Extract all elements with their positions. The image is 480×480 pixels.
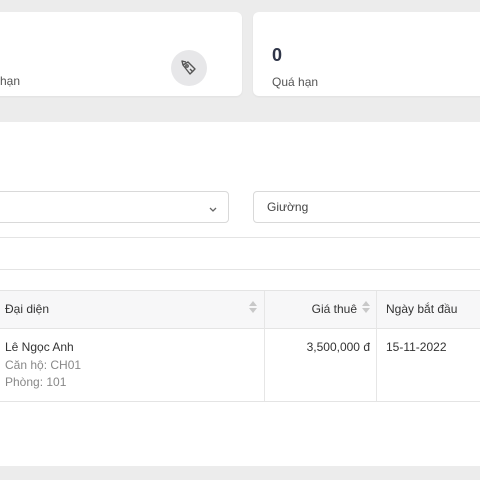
edit-pen-icon[interactable] (171, 50, 207, 86)
filter-select-left[interactable] (0, 191, 229, 223)
divider (0, 269, 480, 270)
stat-card-label: hạn (0, 74, 21, 88)
stat-card-left: hạn (0, 12, 242, 96)
contracts-panel: Giường Đại diện Giá thuê Ngày bắt đầu Lê… (0, 122, 480, 466)
table-row[interactable]: Lê Ngọc Anh Căn hộ: CH01 Phòng: 101 3,50… (0, 328, 480, 402)
column-header-representative[interactable]: Đại diện (5, 302, 49, 316)
row-name: Lê Ngọc Anh (5, 340, 74, 354)
row-start-date: 15-11-2022 (386, 340, 447, 354)
overdue-count: 0 (272, 45, 283, 65)
filter-select-bed[interactable]: Giường (253, 191, 480, 223)
column-divider (264, 291, 265, 328)
table-header: Đại diện Giá thuê Ngày bắt đầu (0, 290, 480, 329)
divider (0, 237, 480, 238)
column-header-start-date[interactable]: Ngày bắt đầu (386, 302, 457, 316)
row-apartment: Căn hộ: CH01 (5, 358, 82, 372)
filter-select-bed-value: Giường (267, 200, 309, 214)
sort-icon[interactable] (249, 301, 257, 317)
column-divider (376, 328, 377, 401)
overdue-label: Quá hạn (272, 75, 319, 89)
stat-card-overdue: 0 Quá hạn (253, 12, 480, 96)
column-divider (376, 291, 377, 328)
column-divider (264, 328, 265, 401)
chevron-down-icon (208, 201, 218, 219)
sort-icon[interactable] (362, 301, 370, 317)
row-room: Phòng: 101 (5, 375, 67, 389)
column-header-price[interactable]: Giá thuê (312, 302, 357, 316)
row-price: 3,500,000 đ (306, 340, 370, 354)
